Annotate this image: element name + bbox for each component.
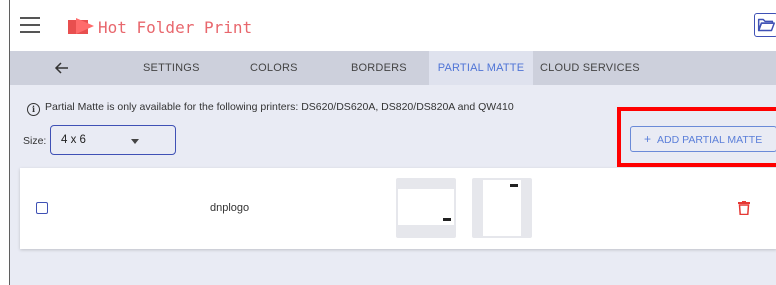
app-logo-icon — [68, 18, 94, 34]
chevron-down-icon — [131, 139, 139, 144]
availability-notice: i Partial Matte is only available for the… — [27, 101, 514, 116]
tab-partial-matte[interactable]: PARTIAL MATTE — [429, 51, 533, 85]
logo-mark — [443, 218, 451, 221]
portrait-preview-canvas — [483, 180, 521, 236]
back-arrow-icon[interactable] — [54, 60, 70, 76]
tab-cloud-services[interactable]: CLOUD SERVICES — [540, 51, 640, 85]
app-title: Hot Folder Print — [98, 18, 253, 37]
size-label: Size: — [23, 135, 47, 147]
app-window: Hot Folder Print SETTINGS COLORS BORDERS… — [9, 0, 776, 285]
size-select[interactable]: 4 x 6 — [50, 125, 176, 155]
size-value: 4 x 6 — [61, 134, 86, 146]
notice-text: Partial Matte is only available for the … — [45, 101, 514, 113]
info-icon: i — [27, 103, 40, 116]
logo-mark — [510, 184, 518, 187]
portrait-preview[interactable] — [472, 178, 532, 238]
item-name: dnplogo — [210, 202, 250, 214]
tab-colors[interactable]: COLORS — [250, 51, 298, 85]
top-bar: Hot Folder Print — [10, 0, 776, 51]
highlight-box — [617, 107, 776, 167]
menu-icon[interactable] — [20, 17, 40, 33]
folder-open-icon — [757, 18, 775, 32]
trash-icon[interactable] — [738, 201, 750, 215]
landscape-preview[interactable] — [396, 178, 456, 238]
list-item: dnplogo — [20, 168, 776, 249]
item-checkbox[interactable] — [36, 202, 48, 214]
tab-bar: SETTINGS COLORS BORDERS PARTIAL MATTE CL… — [10, 51, 776, 85]
landscape-preview-canvas — [398, 189, 454, 225]
tab-settings[interactable]: SETTINGS — [143, 51, 200, 85]
open-folder-button[interactable] — [754, 13, 776, 37]
tab-borders[interactable]: BORDERS — [351, 51, 407, 85]
